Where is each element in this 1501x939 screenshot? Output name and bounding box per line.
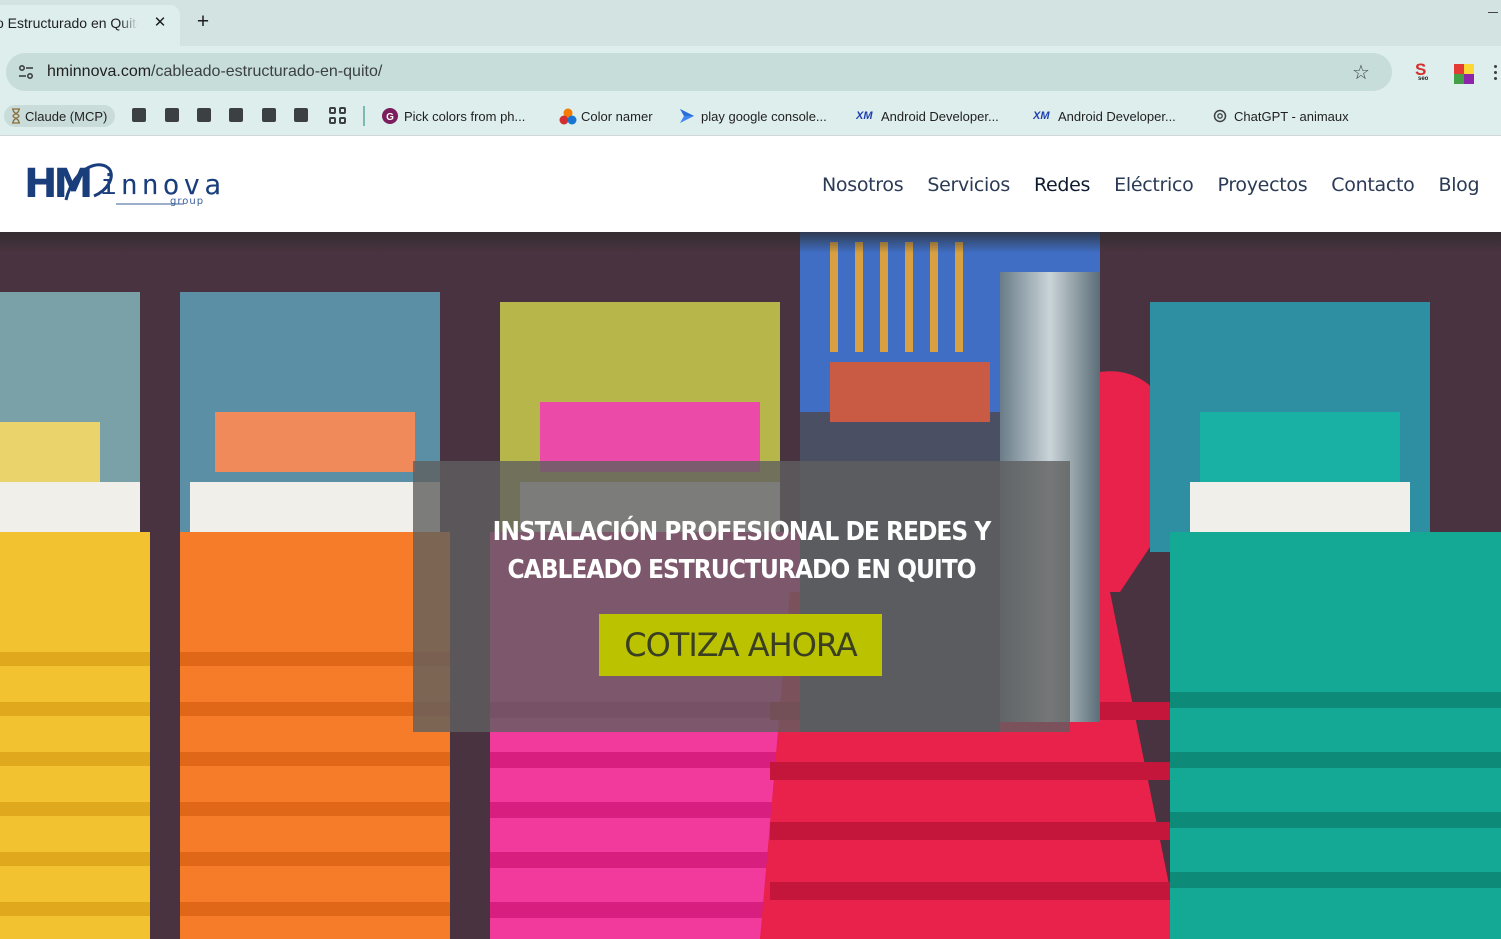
bookmark-star-icon[interactable]: ☆ xyxy=(1352,60,1370,85)
nav-servicios[interactable]: Servicios xyxy=(927,174,1010,198)
hero-title-line-1: Instalación profesional de redes y xyxy=(492,517,992,547)
main-nav: Nosotros Servicios Redes Eléctrico Proye… xyxy=(822,174,1480,198)
bookmark-folder-icon[interactable] xyxy=(132,108,146,122)
nav-contacto[interactable]: Contacto xyxy=(1331,174,1414,198)
openai-icon xyxy=(1212,108,1228,124)
bookmark-folder-icon[interactable] xyxy=(229,108,243,122)
svg-text:XM: XM xyxy=(856,110,873,120)
bookmark-label: play google console... xyxy=(701,108,827,124)
pick-colors-icon: G xyxy=(382,108,398,124)
nav-nosotros[interactable]: Nosotros xyxy=(822,174,904,198)
bookmark-label: Claude (MCP) xyxy=(25,108,108,124)
bookmark-color-namer[interactable]: Color namer xyxy=(559,105,653,127)
bookmark-label: ChatGPT - animaux xyxy=(1234,108,1349,124)
color-namer-icon xyxy=(559,108,577,125)
bookmark-label: Pick colors from ph... xyxy=(404,108,526,124)
logo-mark: HM xyxy=(24,161,93,207)
nav-redes[interactable]: Redes xyxy=(1034,174,1090,198)
bookmark-android-developer-1[interactable]: XM Android Developer... xyxy=(855,105,999,127)
bookmark-claude[interactable]: Claude (MCP) xyxy=(4,105,116,127)
bookmark-label: Android Developer... xyxy=(1058,108,1176,124)
nav-proyectos[interactable]: Proyectos xyxy=(1218,174,1308,198)
nav-electrico[interactable]: Eléctrico xyxy=(1114,174,1194,198)
color-grid-extension-icon[interactable] xyxy=(1454,64,1474,84)
logo-tagline: group xyxy=(170,196,205,207)
url-text[interactable]: hminnova.com/cableado-estructurado-en-qu… xyxy=(47,63,382,81)
cotiza-ahora-button[interactable]: COTIZA AHORA xyxy=(599,614,882,676)
hero-title-line-2: cableado estructurado en Quito xyxy=(507,555,976,585)
apps-grid-icon[interactable] xyxy=(329,107,346,124)
play-console-icon xyxy=(679,108,695,124)
site-info-icon[interactable] xyxy=(16,62,36,82)
bookmarks-separator xyxy=(363,106,365,126)
bookmark-label: Android Developer... xyxy=(881,108,999,124)
browser-tab-active[interactable]: o Estructurado en Quito ✕ xyxy=(0,5,180,46)
seo-extension-sub: seo xyxy=(1418,76,1429,82)
url-path: /cableado-estructurado-en-quito/ xyxy=(151,63,383,80)
tab-title: o Estructurado en Quito xyxy=(0,15,138,31)
hminnova-logo[interactable]: HM innova group xyxy=(24,156,221,212)
new-tab-button[interactable]: + xyxy=(192,11,214,33)
bookmark-folder-icon[interactable] xyxy=(294,108,308,122)
bookmark-pick-colors[interactable]: G Pick colors from ph... xyxy=(382,105,525,127)
bookmark-label: Color namer xyxy=(581,108,653,124)
seo-extension-icon[interactable]: S seo xyxy=(1413,60,1433,83)
bookmarks-bar: Claude (MCP) G Pick colors from ph... Co… xyxy=(0,96,1501,136)
hero-section: Instalación profesional de redes y cable… xyxy=(0,232,1501,939)
nav-blog[interactable]: Blog xyxy=(1438,174,1479,198)
browser-tabstrip: o Estructurado en Quito ✕ + xyxy=(0,0,1501,46)
window-minimize-icon[interactable] xyxy=(1488,12,1498,15)
hero-overlay-box: Instalación profesional de redes y cable… xyxy=(413,461,1070,732)
url-host: hminnova.com xyxy=(47,63,152,80)
address-bar[interactable]: hminnova.com/cableado-estructurado-en-qu… xyxy=(6,53,1392,91)
browser-toolbar: hminnova.com/cableado-estructurado-en-qu… xyxy=(0,46,1501,96)
hero-title: Instalación profesional de redes y cable… xyxy=(413,513,1070,589)
bookmark-android-developer-2[interactable]: XM Android Developer... xyxy=(1032,105,1176,127)
bookmark-chatgpt[interactable]: ChatGPT - animaux xyxy=(1212,105,1349,127)
bookmark-folder-icon[interactable] xyxy=(262,108,276,122)
bookmark-folder-icon[interactable] xyxy=(165,108,179,122)
svg-text:XM: XM xyxy=(1033,110,1050,120)
hourglass-icon xyxy=(11,108,21,124)
site-header: HM innova group Nosotros Servicios Redes… xyxy=(0,137,1501,232)
browser-menu-icon[interactable] xyxy=(1494,65,1498,83)
bookmark-play-console[interactable]: play google console... xyxy=(679,105,827,127)
xm-icon: XM xyxy=(855,108,876,124)
svg-text:G: G xyxy=(386,112,394,123)
tab-close-icon[interactable]: ✕ xyxy=(151,13,169,33)
logo-name: innova xyxy=(100,168,226,201)
bookmark-folder-icon[interactable] xyxy=(197,108,211,122)
xm-icon: XM xyxy=(1032,108,1053,124)
